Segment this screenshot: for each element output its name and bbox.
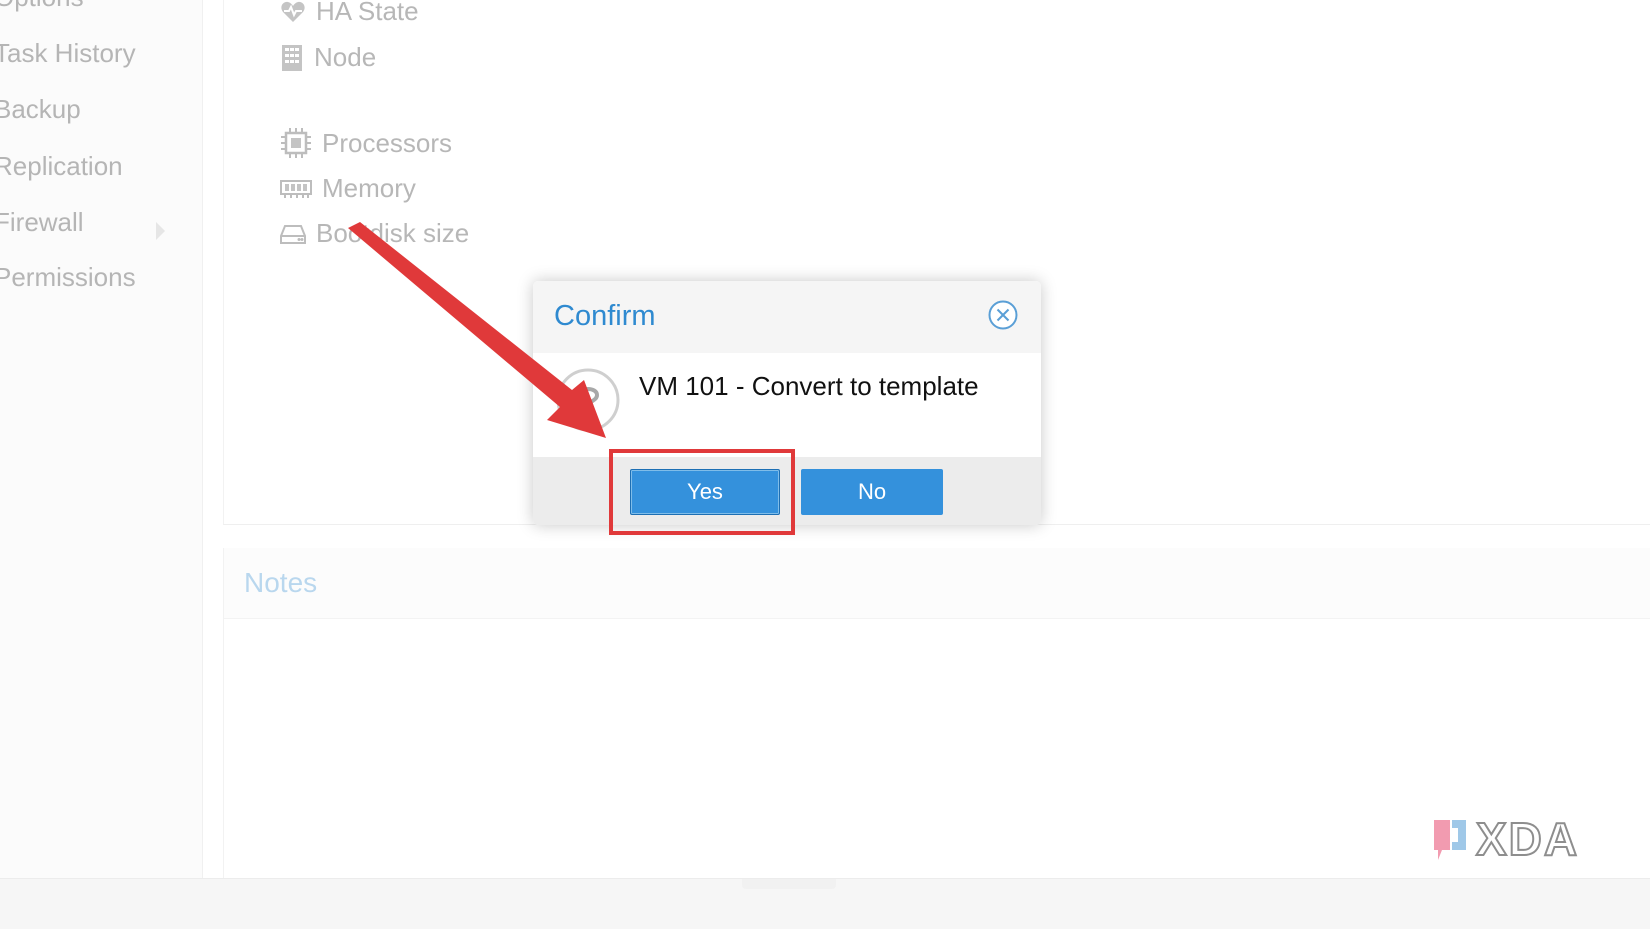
dialog-message: VM 101 - Convert to template [639, 371, 979, 401]
property-node: Node [280, 42, 376, 73]
property-label: HA State [316, 0, 419, 26]
dialog-header: Confirm [533, 281, 1041, 353]
xda-logo: XDA [1430, 812, 1579, 866]
sidebar-item-task-history[interactable]: Task History [0, 38, 136, 69]
xda-logo-icon [1434, 820, 1466, 860]
sidebar: Options Task History Backup Replication … [0, 0, 203, 878]
dialog-title: Confirm [554, 300, 656, 332]
sidebar-item-permissions[interactable]: Permissions [0, 262, 136, 293]
property-label: Memory [322, 173, 416, 203]
memory-icon [280, 179, 312, 198]
dialog-footer: Yes No [533, 457, 1041, 525]
chevron-right-icon [156, 222, 165, 240]
property-label: Processors [322, 127, 453, 158]
dialog-body: VM 101 - Convert to template [533, 353, 1041, 457]
collapse-handle[interactable] [742, 879, 836, 889]
property-processors: Processors [280, 127, 452, 159]
property-label: Node [314, 42, 377, 72]
notes-title: Notes [224, 548, 1650, 619]
question-icon [556, 368, 620, 432]
heartbeat-icon [281, 1, 305, 22]
hdd-icon [280, 224, 306, 244]
confirm-dialog: Confirm VM 101 - Convert to template Yes… [533, 281, 1041, 525]
no-button[interactable]: No [801, 469, 943, 515]
cpu-icon [281, 128, 311, 158]
sidebar-item-options[interactable]: Options [0, 0, 84, 13]
property-ha-state: HA State [280, 0, 419, 27]
yes-button[interactable]: Yes [630, 469, 780, 515]
property-memory: Memory [280, 173, 416, 204]
xda-logo-text: XDA [1475, 812, 1580, 866]
sidebar-item-backup[interactable]: Backup [0, 94, 81, 125]
close-icon[interactable] [988, 300, 1018, 330]
sidebar-item-replication[interactable]: Replication [0, 151, 123, 182]
property-bootdisk-size: Bootdisk size [280, 218, 469, 249]
building-icon [282, 44, 302, 71]
sidebar-item-firewall[interactable]: Firewall [0, 207, 84, 238]
property-label: Bootdisk size [316, 218, 470, 248]
status-bar [0, 878, 1650, 929]
